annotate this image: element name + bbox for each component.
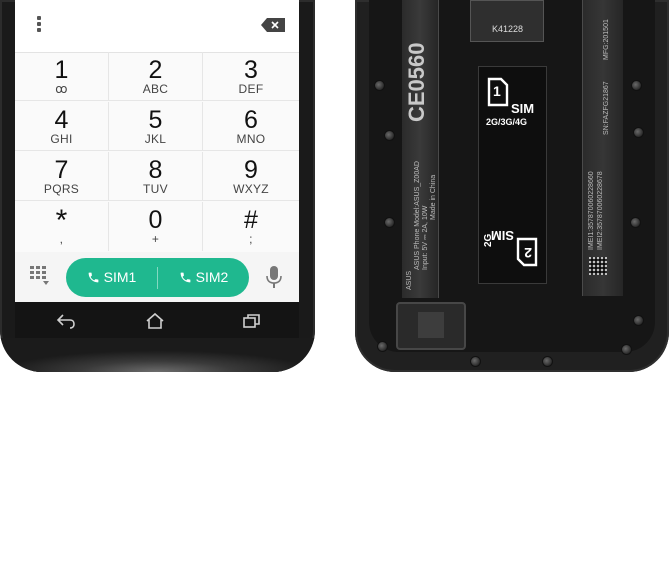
screw xyxy=(377,341,388,352)
key-1[interactable]: 1ꝏ xyxy=(15,52,109,101)
number-entry-bar[interactable] xyxy=(15,0,299,53)
key-letters: GHI xyxy=(50,132,73,146)
call-sim2-button[interactable]: SIM2 xyxy=(158,258,249,297)
sim1-label: SIM xyxy=(511,101,535,116)
key-digit: * xyxy=(55,204,68,237)
call-action-bar: SIM1 SIM2 xyxy=(15,252,299,302)
key-7[interactable]: 7 PQRS xyxy=(15,152,109,201)
phone-icon xyxy=(180,272,191,283)
screw xyxy=(542,356,553,367)
key-digit: 6 xyxy=(244,106,258,134)
rear-camera-module xyxy=(396,302,466,350)
key-9[interactable]: 9 WXYZ xyxy=(203,152,299,201)
dialpad-icon[interactable] xyxy=(29,265,51,287)
qr-code xyxy=(589,257,607,275)
key-4[interactable]: 4 GHI xyxy=(15,102,109,151)
key-letters: ABC xyxy=(142,82,169,96)
key-digit: 3 xyxy=(244,56,258,84)
key-digit: 4 xyxy=(54,106,69,134)
microsd-slot xyxy=(470,0,544,42)
screw xyxy=(633,315,644,326)
key-letters: TUV xyxy=(143,182,168,196)
key-star[interactable]: *, xyxy=(15,202,109,251)
screw xyxy=(630,217,641,228)
key-digit: 2 xyxy=(148,56,163,84)
dialer-screen: 1ꝏ 2 ABC 3 DEF 4 GHI 5 JKL 6 MNO 7 PQRS 8 TUV 9… xyxy=(15,0,299,302)
camera-lens xyxy=(418,312,444,338)
key-digit: 9 xyxy=(244,156,258,184)
key-digit: 0 xyxy=(148,206,163,234)
mfg-label: MFG:201501 xyxy=(603,19,610,60)
screw xyxy=(384,130,395,141)
key-letters: WXYZ xyxy=(233,182,269,196)
key-hash[interactable]: #; xyxy=(203,202,299,251)
imei2-label: IMEI2:357870060228678 xyxy=(597,171,604,250)
key-digit: # xyxy=(244,206,258,234)
sim1-bands: 2G/3G/4G xyxy=(486,117,528,127)
key-letters: + xyxy=(151,232,160,246)
sim2-bands: 2G xyxy=(483,233,494,247)
key-digit: 1 xyxy=(54,56,69,84)
sim1-label: SIM1 xyxy=(103,269,137,285)
key-letters: , xyxy=(59,232,64,246)
sd-label: K41228 xyxy=(492,24,524,34)
key-letters: MNO xyxy=(236,132,266,146)
serial-number-label: SN:FAZFG21867 xyxy=(603,81,610,135)
sim1-number: 1 xyxy=(493,83,501,99)
input-label: Input: 5V ⎓ 2A, 10W xyxy=(422,205,429,270)
key-letters: ; xyxy=(249,232,253,246)
key-digit: 7 xyxy=(54,156,69,184)
navigation-bar xyxy=(15,302,299,338)
screw xyxy=(631,80,642,91)
key-letters: DEF xyxy=(238,82,264,96)
sim2-label: SIM xyxy=(490,228,514,243)
key-3[interactable]: 3 DEF xyxy=(203,52,299,101)
screw xyxy=(374,80,385,91)
back-icon[interactable] xyxy=(55,312,77,330)
phone-icon xyxy=(88,272,99,283)
backspace-icon[interactable] xyxy=(261,18,285,32)
sim2-label: SIM2 xyxy=(195,269,229,285)
key-2[interactable]: 2 ABC xyxy=(109,52,203,101)
model-label: ASUS Phone Model:ASUS_Z00AD xyxy=(414,161,421,270)
overflow-menu-icon[interactable] xyxy=(37,16,43,36)
key-digit: 8 xyxy=(148,156,163,184)
sim-tray: 1 SIM 2G/3G/4G 2 SIM 2G xyxy=(478,66,547,284)
screw xyxy=(621,344,632,355)
dial-keypad: 1ꝏ 2 ABC 3 DEF 4 GHI 5 JKL 6 MNO 7 PQRS 8 TUV 9… xyxy=(15,52,299,252)
screw xyxy=(470,356,481,367)
key-8[interactable]: 8 TUV xyxy=(109,152,203,201)
phone-chin-speaker xyxy=(0,338,315,372)
phone-front-view: 1ꝏ 2 ABC 3 DEF 4 GHI 5 JKL 6 MNO 7 PQRS 8 TUV 9… xyxy=(0,0,315,372)
screw xyxy=(384,217,395,228)
microphone-icon[interactable] xyxy=(265,265,283,289)
key-5[interactable]: 5 JKL xyxy=(109,102,203,151)
recent-apps-icon[interactable] xyxy=(241,312,263,330)
sim-call-buttons: SIM1 SIM2 xyxy=(66,258,249,297)
key-0[interactable]: 0 + xyxy=(109,202,203,251)
call-sim1-button[interactable]: SIM1 xyxy=(66,258,157,297)
key-6[interactable]: 6 MNO xyxy=(203,102,299,151)
voicemail-icon: ꝏ xyxy=(55,82,68,96)
sim2-number: 2 xyxy=(524,245,532,261)
key-digit: 5 xyxy=(148,106,163,134)
screw xyxy=(633,127,644,138)
key-letters: PQRS xyxy=(43,182,80,196)
key-letters: JKL xyxy=(144,132,167,146)
ce-mark: CE0560 xyxy=(404,42,429,122)
home-icon[interactable] xyxy=(144,312,166,330)
brand-label: ASUS xyxy=(406,270,413,290)
imei1-label: IMEI1:357870060228660 xyxy=(588,171,595,250)
made-in-label: Made in China xyxy=(430,174,437,220)
